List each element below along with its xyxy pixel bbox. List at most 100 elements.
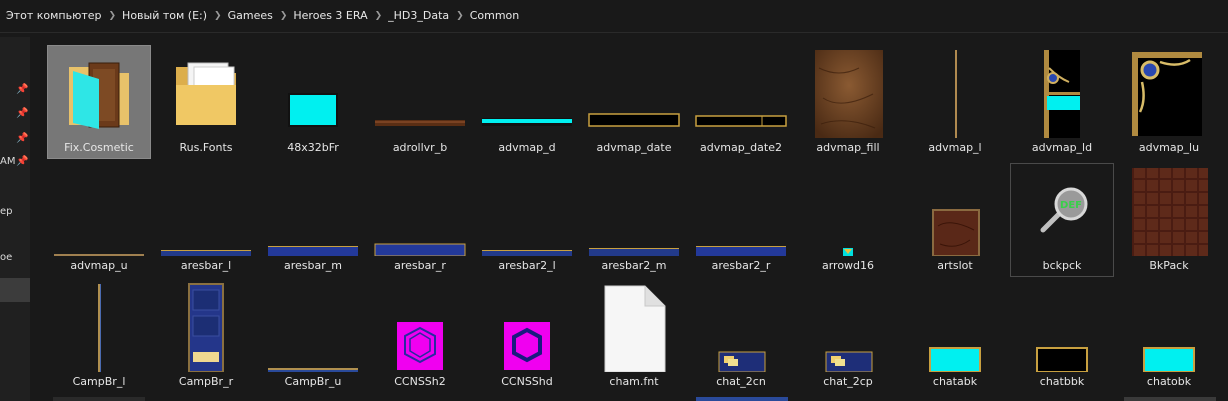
file-item-adrollvr-b[interactable]: adrollvr_b <box>368 45 472 159</box>
blue-bar-icon <box>157 166 255 256</box>
file-name: advmap_d <box>498 141 556 154</box>
file-item-aresbar-l[interactable]: aresbar_l <box>154 163 258 277</box>
art-slot-icon <box>906 166 1004 256</box>
file-item-cham-fnt[interactable]: cham.fnt <box>582 279 686 393</box>
cyan-box-icon <box>906 282 1004 372</box>
nav-item-1[interactable]: 📌 <box>0 81 30 101</box>
file-name: Fix.Cosmetic <box>64 141 134 154</box>
file-item-aresbar2-r[interactable]: aresbar2_r <box>689 163 793 277</box>
chevron-right-icon[interactable]: ❯ <box>109 11 117 21</box>
breadcrumb-common[interactable]: Common <box>470 9 520 22</box>
blue-bar-icon <box>371 166 469 256</box>
file-name: adrollvr_b <box>392 141 448 154</box>
file-item-chatbbk[interactable]: chatbbk <box>1010 279 1114 393</box>
file-name: artslot <box>937 259 973 272</box>
file-item-aresbar2-m[interactable]: aresbar2_m <box>582 163 686 277</box>
black-gold-bar2-icon <box>692 48 790 138</box>
file-name: aresbar2_m <box>601 259 667 272</box>
file-item-chat-2cp[interactable]: chat_2cp <box>796 279 900 393</box>
blue-bar-icon <box>692 166 790 256</box>
nav-item-selected[interactable] <box>0 278 30 302</box>
thin-vertical-line-icon <box>906 48 1004 138</box>
file-item-campbr-u[interactable]: CampBr_u <box>261 279 365 393</box>
nav-item-2[interactable]: 📌 <box>0 105 30 125</box>
file-item-48x32bfr[interactable]: 48x32bFr <box>261 45 365 159</box>
nav-item-label: ер <box>0 206 13 217</box>
file-name: advmap_u <box>70 259 128 272</box>
file-item-advmap-u[interactable]: advmap_u <box>47 163 151 277</box>
cyan-strip-icon <box>478 48 576 138</box>
chevron-right-icon[interactable]: ❯ <box>375 11 383 21</box>
blue-tall-panel-icon <box>157 282 255 372</box>
file-item-fix-cosmetic[interactable]: Fix.Cosmetic <box>47 45 151 159</box>
gold-vertical-line-icon <box>50 282 148 372</box>
brick-grid-icon <box>1120 166 1218 256</box>
file-item-aresbar-m[interactable]: aresbar_m <box>261 163 365 277</box>
file-name: CampBr_r <box>178 375 234 388</box>
chevron-right-icon[interactable]: ❯ <box>214 11 222 21</box>
magenta-hex-bold-icon <box>478 282 576 372</box>
file-item-aresbar-r[interactable]: aresbar_r <box>368 163 472 277</box>
file-item-chatobk[interactable]: chatobk <box>1117 279 1221 393</box>
file-name: BkPack <box>1149 259 1189 272</box>
chat-bubble-icon <box>692 282 790 372</box>
navigation-pane[interactable]: 📌 📌 📌 AM 📌 ер ое <box>0 37 30 401</box>
file-item-aresbar2-l[interactable]: aresbar2_l <box>475 163 579 277</box>
file-name: chatbbk <box>1039 375 1085 388</box>
ornate-corner-cyan-icon <box>1013 48 1111 138</box>
pin-icon: 📌 <box>16 133 29 144</box>
file-name: bckpck <box>1042 259 1082 272</box>
file-name: arrowd16 <box>821 259 875 272</box>
file-item-arrowd16[interactable]: arrowd16 <box>796 163 900 277</box>
folder-docs-icon <box>157 48 255 138</box>
file-item-advmap-l[interactable]: advmap_l <box>903 45 1007 159</box>
file-item-advmap-ld[interactable]: advmap_ld <box>1010 45 1114 159</box>
file-item-campbr-l[interactable]: CampBr_l <box>47 279 151 393</box>
black-gold-bar-icon <box>585 48 683 138</box>
file-item-bkpack[interactable]: BkPack <box>1117 163 1221 277</box>
magenta-hex-icon <box>371 282 469 372</box>
file-name: cham.fnt <box>609 375 659 388</box>
file-item-artslot[interactable]: artslot <box>903 163 1007 277</box>
nav-item-6[interactable]: ое <box>0 249 30 269</box>
chevron-right-icon[interactable]: ❯ <box>280 11 288 21</box>
leather-bar-icon <box>371 48 469 138</box>
file-grid[interactable]: Fix.Cosmetic Rus.Fonts 48x32bFr adrollvr… <box>31 33 1228 401</box>
ornate-corner-icon <box>1120 48 1218 138</box>
file-item-ccnssh2[interactable]: CCNSSh2 <box>368 279 472 393</box>
nav-item-4[interactable]: AM 📌 <box>0 153 30 173</box>
cyan-frame-icon <box>264 48 362 138</box>
breadcrumb: Этот компьютер ❯ Новый том (E:) ❯ Gamees… <box>6 9 519 22</box>
file-name: aresbar_l <box>180 259 232 272</box>
gold-horizontal-line-icon <box>264 282 362 372</box>
breadcrumb-this-pc[interactable]: Этот компьютер <box>6 9 102 22</box>
file-item-advmap-lu[interactable]: advmap_lu <box>1117 45 1221 159</box>
breadcrumb-heroes[interactable]: Heroes 3 ERA <box>293 9 367 22</box>
blank-file-icon <box>585 282 683 372</box>
next-row-thumb <box>696 397 788 401</box>
file-name: chat_2cn <box>716 375 766 388</box>
file-item-advmap-date2[interactable]: advmap_date2 <box>689 45 793 159</box>
chat-bubble-icon <box>799 282 897 372</box>
file-item-advmap-fill[interactable]: advmap_fill <box>796 45 900 159</box>
address-bar[interactable]: Этот компьютер ❯ Новый том (E:) ❯ Gamees… <box>0 0 1228 33</box>
nav-item-3[interactable]: 📌 <box>0 130 30 150</box>
file-name: aresbar_r <box>394 259 446 272</box>
file-item-bckpck[interactable]: DEF bckpck <box>1010 163 1114 277</box>
file-item-campbr-r[interactable]: CampBr_r <box>154 279 258 393</box>
file-item-advmap-date[interactable]: advmap_date <box>582 45 686 159</box>
breadcrumb-hd3-data[interactable]: _HD3_Data <box>388 9 449 22</box>
file-item-advmap-d[interactable]: advmap_d <box>475 45 579 159</box>
breadcrumb-drive[interactable]: Новый том (E:) <box>122 9 207 22</box>
file-item-chatabk[interactable]: chatabk <box>903 279 1007 393</box>
file-name: chat_2cp <box>823 375 873 388</box>
nav-item-5[interactable]: ер <box>0 203 30 223</box>
breadcrumb-gamees[interactable]: Gamees <box>228 9 273 22</box>
file-item-rus-fonts[interactable]: Rus.Fonts <box>154 45 258 159</box>
file-item-chat-2cn[interactable]: chat_2cn <box>689 279 793 393</box>
file-name: CampBr_u <box>284 375 342 388</box>
file-name: advmap_ld <box>1031 141 1093 154</box>
file-item-ccnsshd[interactable]: CCNSShd <box>475 279 579 393</box>
file-name: advmap_lu <box>1138 141 1200 154</box>
chevron-right-icon[interactable]: ❯ <box>456 11 464 21</box>
